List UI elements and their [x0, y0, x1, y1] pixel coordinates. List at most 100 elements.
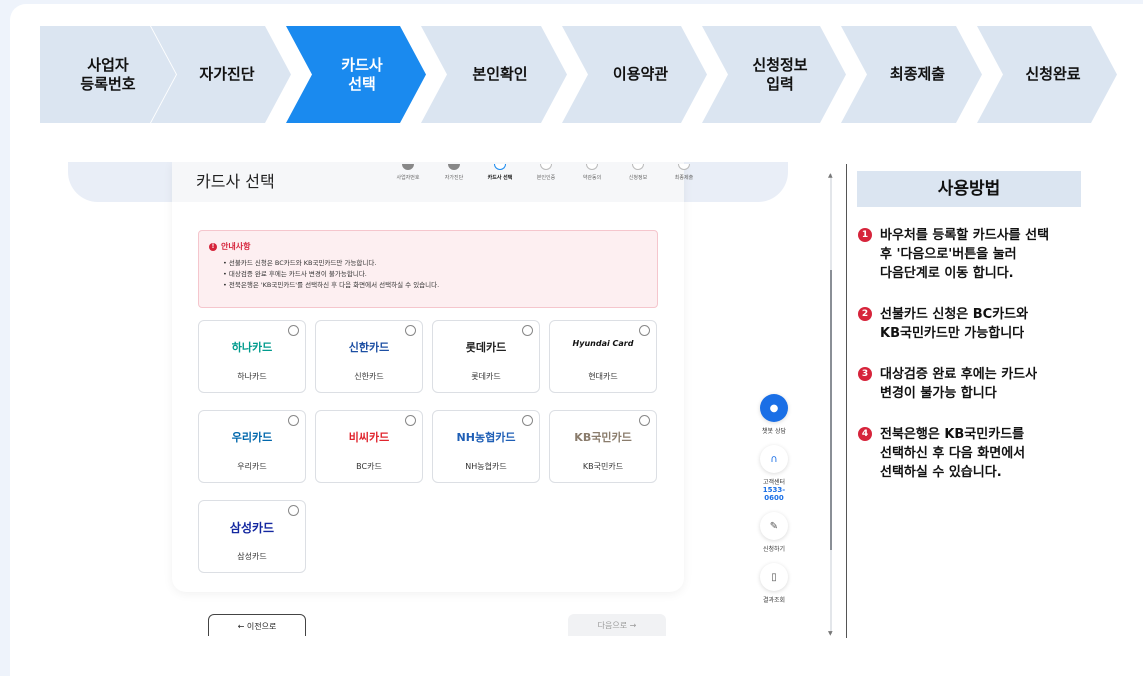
mini-step-current: 카드사 선택 — [482, 164, 518, 181]
woori-card-logo: 우리카드 — [231, 431, 273, 444]
chatbot-button[interactable]: ● 챗봇 상담 — [754, 394, 794, 435]
step-terms: 이용약관 — [562, 26, 707, 123]
howto-item: 1 바우처를 등록할 카드사를 선택 후 '다음으로'버튼을 눌러 다음단계로 … — [858, 226, 1098, 283]
hyundai-card-logo: Hyundai Card — [572, 339, 634, 348]
page-frame: 사업자 등록번호 자가진단 카드사 선택 본인확인 이용약관 신청정보 입력 최… — [10, 4, 1143, 676]
card-option-samsung[interactable]: 삼성카드 삼성카드 — [198, 500, 306, 573]
radio-button[interactable] — [522, 415, 533, 426]
howto-item: 2 선불카드 신청은 BC카드와 KB국민카드만 가능합니다 — [858, 305, 1098, 343]
number-badge: 3 — [858, 367, 872, 381]
chat-icon: ● — [760, 394, 788, 422]
step-label: 이용약관 — [612, 65, 669, 83]
progress-stepper: 사업자 등록번호 자가진단 카드사 선택 본인확인 이용약관 신청정보 입력 최… — [40, 26, 1143, 123]
step-identity: 본인확인 — [421, 26, 567, 123]
card-option-hyundai[interactable]: Hyundai Card 현대카드 — [549, 320, 657, 393]
shinhan-card-logo: 신한카드 — [348, 341, 390, 354]
next-button[interactable]: 다음으로 → — [568, 614, 666, 636]
card-option-bc[interactable]: 비씨카드 BC카드 — [315, 410, 423, 483]
howto-text: 대상검증 완료 후에는 카드사 변경이 불가능 합니다 — [880, 367, 1038, 401]
card-name: BC카드 — [356, 462, 382, 471]
mini-step: 최종제출 — [666, 164, 702, 181]
scroll-down-icon[interactable]: ▼ — [828, 630, 833, 637]
notice-line: • 대상검증 완료 후에는 카드사 변경이 불가능합니다. — [223, 270, 367, 278]
howto-list: 1 바우처를 등록할 카드사를 선택 후 '다음으로'버튼을 눌러 다음단계로 … — [858, 226, 1098, 504]
step-label: 본인확인 — [472, 65, 528, 83]
mini-step: 본인인증 — [528, 164, 564, 181]
card-name: 우리카드 — [237, 462, 267, 471]
lotte-card-logo: 롯데카드 — [465, 341, 507, 354]
card-option-shinhan[interactable]: 신한카드 신한카드 — [315, 320, 423, 393]
prev-button[interactable]: ← 이전으로 — [208, 614, 306, 636]
mini-step-dot — [448, 164, 460, 170]
radio-button[interactable] — [405, 415, 416, 426]
mini-step: 자가진단 — [436, 164, 472, 181]
card-selection-screenshot: 카드사 선택 사업자번호 자가진단 카드사 선택 본인인증 약관동의 신청정보 … — [68, 162, 828, 636]
kb-card-logo: KB국민카드 — [574, 431, 632, 444]
howto-item: 3 대상검증 완료 후에는 카드사 변경이 불가능 합니다 — [858, 365, 1098, 403]
mini-step-dot — [632, 164, 644, 170]
card-option-kb[interactable]: KB국민카드 KB국민카드 — [549, 410, 657, 483]
notice-title: ! 안내사항 — [209, 241, 647, 252]
card-name: KB국민카드 — [582, 462, 624, 471]
mini-step-dot — [586, 164, 598, 170]
radio-button[interactable] — [288, 325, 299, 336]
card-name: 롯데카드 — [471, 372, 501, 381]
howto-text: 바우처를 등록할 카드사를 선택 후 '다음으로'버튼을 눌러 다음단계로 이동… — [880, 228, 1050, 281]
mini-step: 약관동의 — [574, 164, 610, 181]
step-business-number: 사업자 등록번호 — [40, 26, 176, 123]
scroll-up-icon[interactable]: ▲ — [828, 172, 833, 179]
mini-stepper: 사업자번호 자가진단 카드사 선택 본인인증 약관동의 신청정보 최종제출 — [390, 164, 702, 181]
step-label: 사업자 등록번호 — [80, 55, 136, 93]
mini-step: 신청정보 — [620, 164, 656, 181]
mini-step-dot — [540, 164, 552, 170]
howto-text: 선불카드 신청은 BC카드와 KB국민카드만 가능합니다 — [880, 307, 1029, 341]
mini-step: 사업자번호 — [390, 164, 426, 181]
edit-icon: ✎ — [760, 512, 788, 540]
radio-button[interactable] — [288, 415, 299, 426]
howto-title: 사용방법 — [857, 171, 1081, 207]
nh-card-logo: NH농협카드 — [456, 431, 516, 444]
floating-menu: ● 챗봇 상담 ∩ 고객센터 1533-0600 ✎ 신청하기 ▯ 결과조회 — [754, 394, 794, 614]
card-option-woori[interactable]: 우리카드 우리카드 — [198, 410, 306, 483]
notice-box: ! 안내사항 • 선불카드 신청은 BC카드와 KB국민카드만 가능합니다. •… — [198, 230, 658, 308]
customer-center-button[interactable]: ∩ 고객센터 1533-0600 — [754, 445, 794, 502]
step-complete: 신청완료 — [977, 26, 1117, 123]
step-application-info: 신청정보 입력 — [702, 26, 846, 123]
scrollbar-thumb[interactable] — [830, 270, 832, 550]
card-selection-panel: 카드사 선택 사업자번호 자가진단 카드사 선택 본인인증 약관동의 신청정보 … — [172, 162, 693, 592]
step-label: 카드사 선택 — [341, 55, 383, 93]
apply-button[interactable]: ✎ 신청하기 — [754, 512, 794, 553]
radio-button[interactable] — [522, 325, 533, 336]
howto-item: 4 전북은행은 KB국민카드를 선택하신 후 다음 화면에서 선택하실 수 있습… — [858, 425, 1098, 482]
card-name: 현대카드 — [588, 372, 618, 381]
hana-card-logo: 하나카드 — [231, 341, 273, 354]
panel-title: 카드사 선택 — [196, 172, 275, 191]
result-button[interactable]: ▯ 결과조회 — [754, 563, 794, 604]
card-option-hana[interactable]: 하나카드 하나카드 — [198, 320, 306, 393]
radio-button[interactable] — [405, 325, 416, 336]
card-option-nh[interactable]: NH농협카드 NH농협카드 — [432, 410, 540, 483]
notice-line: • 선불카드 신청은 BC카드와 KB국민카드만 가능합니다. — [223, 259, 377, 267]
card-name: 삼성카드 — [237, 552, 267, 561]
step-final-submit: 최종제출 — [841, 26, 982, 123]
step-card-select: 카드사 선택 — [286, 26, 426, 123]
mini-step-dot — [494, 164, 506, 170]
step-label: 자가진단 — [199, 65, 255, 83]
radio-button[interactable] — [288, 505, 299, 516]
notice-line: • 전북은행은 'KB국민카드'를 선택하신 후 다음 화면에서 선택하실 수 … — [223, 281, 440, 289]
step-label: 신청정보 입력 — [752, 55, 808, 93]
panel-header: 카드사 선택 사업자번호 자가진단 카드사 선택 본인인증 약관동의 신청정보 … — [172, 162, 693, 202]
card-option-lotte[interactable]: 롯데카드 롯데카드 — [432, 320, 540, 393]
mini-step-dot — [402, 164, 414, 170]
howto-text: 전북은행은 KB국민카드를 선택하신 후 다음 화면에서 선택하실 수 있습니다… — [880, 427, 1026, 480]
document-search-icon: ▯ — [760, 563, 788, 591]
number-badge: 2 — [858, 307, 872, 321]
headset-icon: ∩ — [760, 445, 788, 473]
mini-step-dot — [678, 164, 690, 170]
radio-button[interactable] — [639, 415, 650, 426]
samsung-card-logo: 삼성카드 — [229, 521, 275, 535]
card-name: 하나카드 — [237, 372, 267, 381]
step-label: 최종제출 — [889, 65, 946, 83]
phone-number: 1533-0600 — [762, 486, 786, 502]
radio-button[interactable] — [639, 325, 650, 336]
